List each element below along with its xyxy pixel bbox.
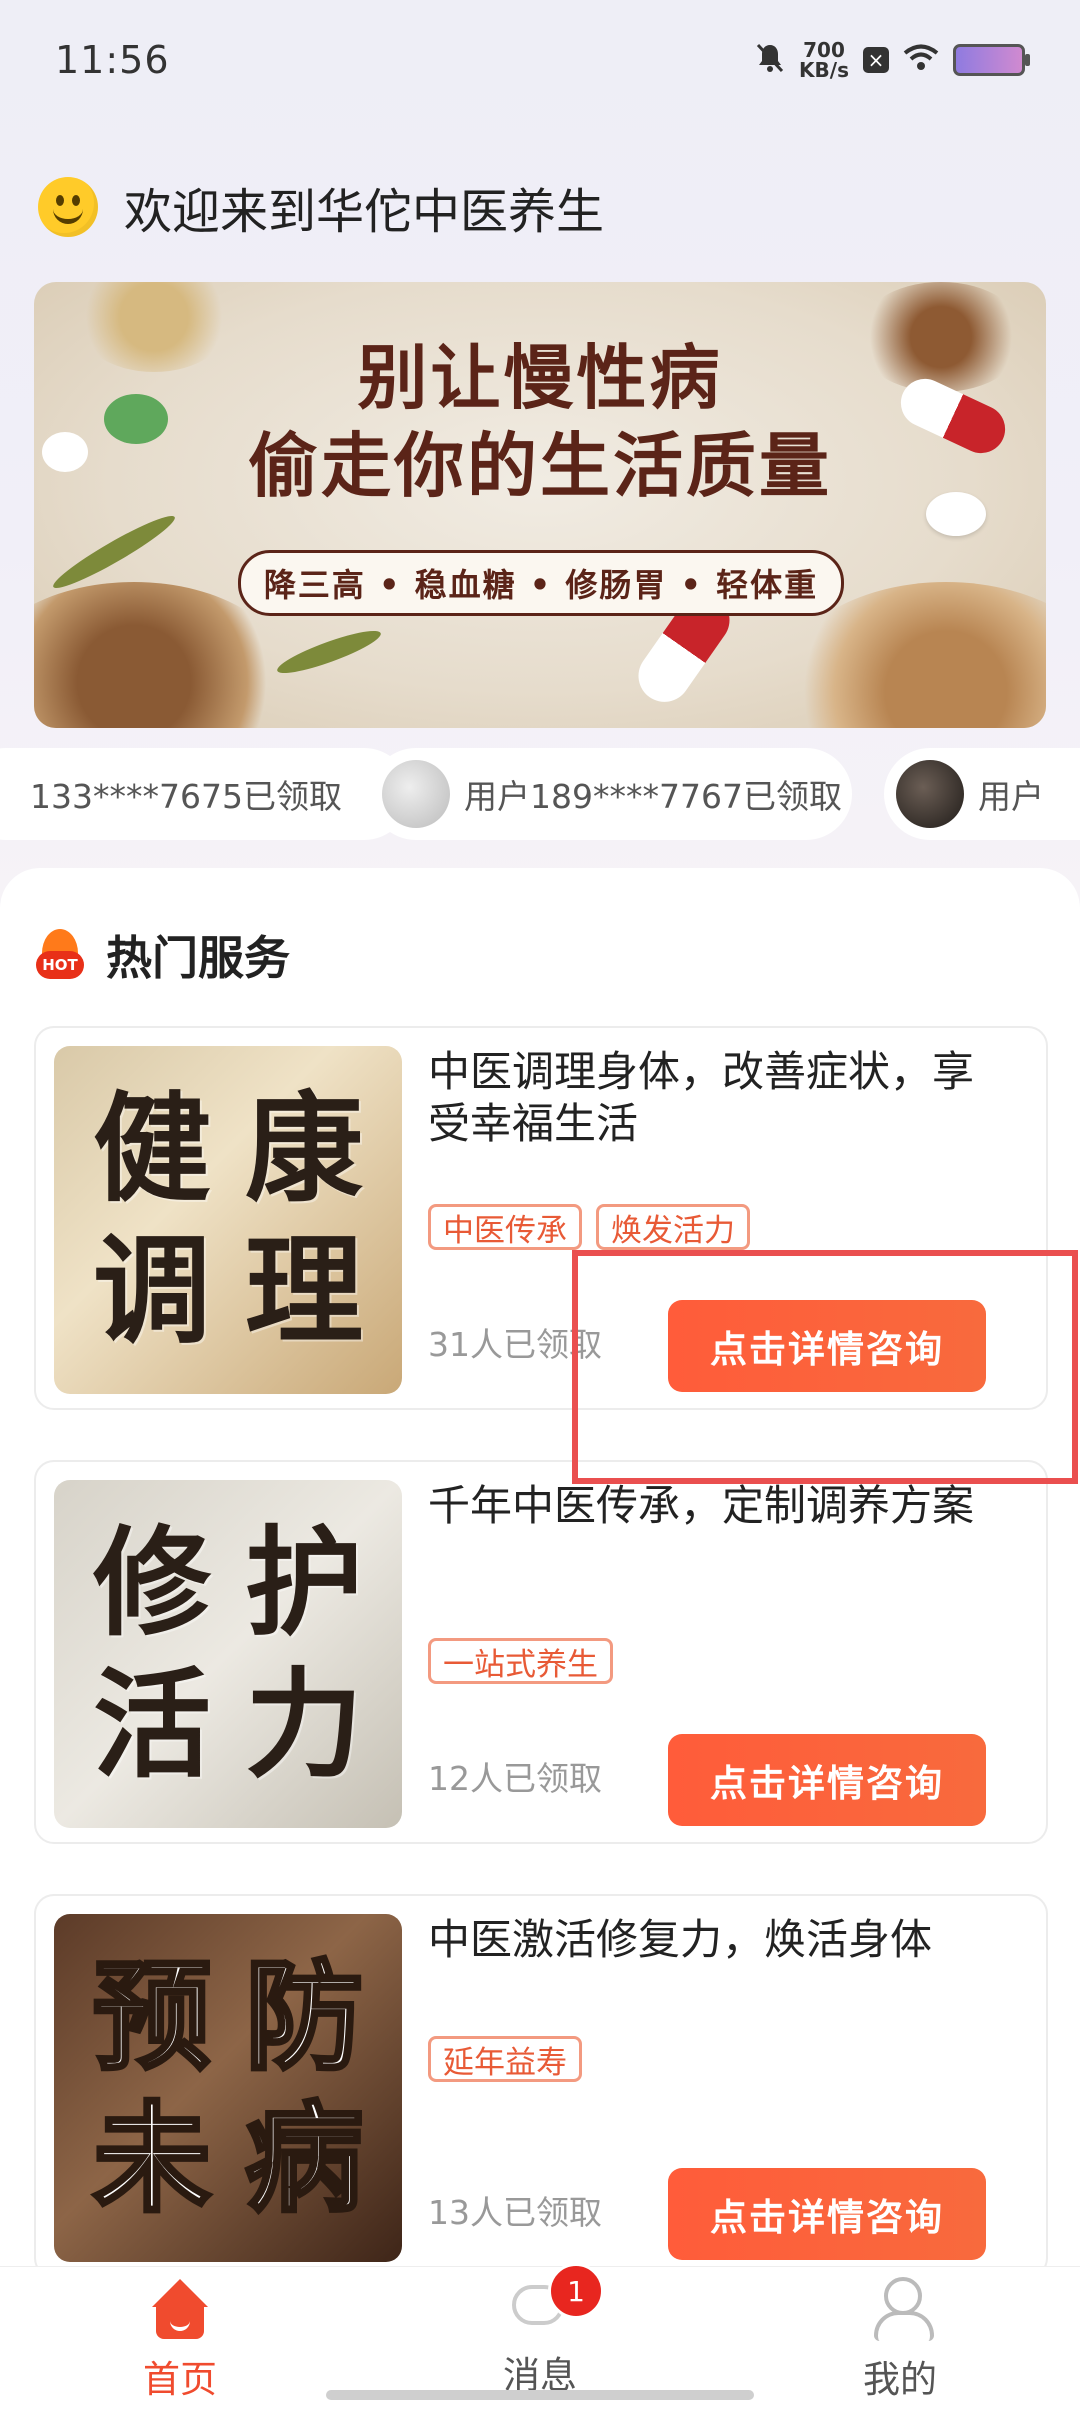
cover-char: 理 — [244, 1221, 363, 1360]
ticker-text: 133****7675已领取 — [30, 777, 342, 816]
cover-char: 未 — [91, 2089, 213, 2228]
close-box-icon: × — [863, 47, 889, 73]
banner-subtitle: 降三高 • 稳血糖 • 修肠胃 • 轻体重 — [238, 550, 844, 616]
service-tag: 延年益寿 — [428, 2036, 582, 2082]
nav-messages[interactable]: 1 消息 — [440, 2263, 640, 2399]
section-header: HOT 热门服务 — [36, 922, 290, 988]
welcome-row: 欢迎来到华佗中医养生 — [38, 172, 604, 242]
user-icon — [868, 2277, 934, 2341]
service-cover-image[interactable]: 预 防 未 病 — [54, 1914, 402, 2262]
service-card[interactable]: 修 护 活 力 千年中医传承，定制调养方案 一站式养生 12人已领取 点击详情咨… — [34, 1460, 1048, 1844]
service-tag: 中医传承 — [428, 1204, 582, 1250]
message-icon: 1 — [508, 2263, 604, 2337]
service-title: 千年中医传承，定制调养方案 — [428, 1481, 975, 1530]
cover-char: 康 — [244, 1079, 363, 1218]
bottom-nav: 首页 1 消息 我的 — [0, 2263, 1080, 2409]
status-icons: 700 KB/s × — [755, 40, 1030, 80]
consult-details-button[interactable]: 点击详情咨询 — [668, 2168, 986, 2260]
cover-char: 活 — [92, 1655, 211, 1794]
net-speed-unit: KB/s — [799, 58, 849, 82]
service-tags: 一站式养生 — [428, 1638, 613, 1684]
service-cover-image[interactable]: 修 护 活 力 — [54, 1480, 402, 1828]
ticker-text: 用户189****7767已领取 — [464, 777, 842, 816]
service-tags: 中医传承 焕发活力 — [428, 1204, 750, 1250]
hot-badge: HOT — [36, 951, 84, 979]
highlight-annotation-box — [572, 1250, 1078, 1484]
ticker-chip: 用户189****7767已领取 — [370, 748, 852, 840]
cover-char: 护 — [244, 1513, 363, 1652]
nav-me-label: 我的 — [863, 2358, 937, 2401]
service-tag: 一站式养生 — [428, 1638, 613, 1684]
section-title: 热门服务 — [106, 931, 290, 985]
unread-badge: 1 — [548, 2263, 604, 2319]
service-title: 中医调理身体，改善症状，享受幸福生活 — [428, 1047, 975, 1148]
wifi-icon — [903, 44, 939, 76]
service-tags: 延年益寿 — [428, 2036, 582, 2082]
status-time: 11:56 — [55, 38, 170, 82]
nav-me[interactable]: 我的 — [800, 2277, 1000, 2403]
cover-char: 病 — [243, 2089, 365, 2228]
nav-home-label: 首页 — [143, 2358, 217, 2401]
cover-char: 力 — [244, 1655, 363, 1794]
smiley-icon — [38, 177, 98, 237]
ticker-chip: 用户 — [884, 748, 1080, 840]
ticker-chip: 133****7675已领取 — [0, 748, 410, 840]
cover-char: 调 — [92, 1221, 211, 1360]
nav-home[interactable]: 首页 — [80, 2277, 280, 2403]
home-indicator[interactable] — [326, 2390, 754, 2400]
claimed-count: 13人已领取 — [428, 2193, 602, 2232]
services-panel: HOT 热门服务 健 康 调 理 中医调理身体，改善症状，享受幸福生活 中医传承… — [0, 868, 1080, 2278]
home-icon — [148, 2277, 212, 2341]
service-card[interactable]: 预 防 未 病 中医激活修复力，焕活身体 延年益寿 13人已领取 点击详情咨询 — [34, 1894, 1048, 2278]
banner-title-line2: 偷走你的生活质量 — [248, 425, 832, 507]
net-speed-value: 700 — [803, 38, 845, 62]
cover-char: 健 — [92, 1079, 211, 1218]
net-speed: 700 KB/s — [799, 40, 849, 80]
service-tag: 焕发活力 — [596, 1204, 750, 1250]
battery-icon — [953, 44, 1030, 76]
promo-banner[interactable]: 别让慢性病 偷走你的生活质量 降三高 • 稳血糖 • 修肠胃 • 轻体重 — [34, 282, 1046, 728]
claim-ticker: 133****7675已领取 用户189****7767已领取 用户 — [0, 748, 1080, 842]
consult-details-button[interactable]: 点击详情咨询 — [668, 1734, 986, 1826]
avatar — [382, 760, 450, 828]
bell-off-icon — [755, 42, 785, 78]
hot-icon: HOT — [36, 929, 84, 981]
welcome-text: 欢迎来到华佗中医养生 — [124, 184, 605, 240]
service-title: 中医激活修复力，焕活身体 — [428, 1915, 933, 1964]
cover-char: 预 — [91, 1947, 213, 2086]
service-cover-image[interactable]: 健 康 调 理 — [54, 1046, 402, 1394]
claimed-count: 12人已领取 — [428, 1759, 602, 1798]
avatar — [896, 760, 964, 828]
ticker-text: 用户 — [978, 777, 1044, 816]
cover-char: 修 — [92, 1513, 211, 1652]
cover-char: 防 — [243, 1947, 365, 2086]
banner-title-line1: 别让慢性病 — [357, 337, 723, 419]
status-bar: 11:56 700 KB/s × — [0, 0, 1080, 120]
